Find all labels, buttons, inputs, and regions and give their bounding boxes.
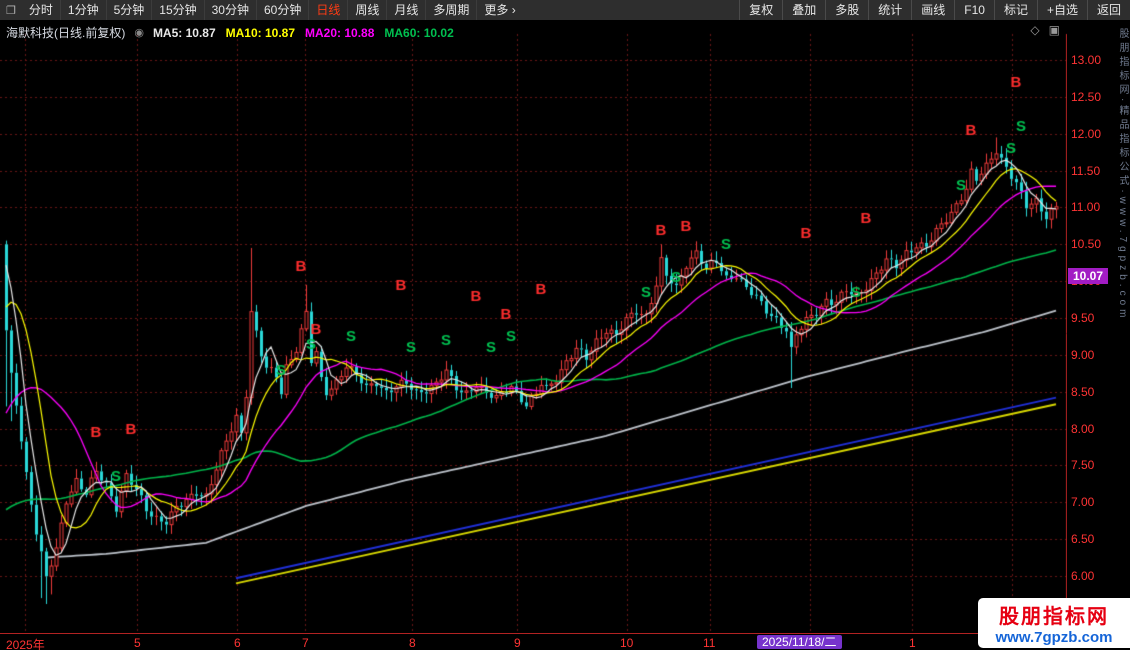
price-axis-label: 12.50 xyxy=(1071,90,1117,104)
period-tab[interactable]: 1分钟 xyxy=(60,0,106,20)
stock-title: 海默科技(日线.前复权) xyxy=(6,24,125,41)
corner-icon[interactable]: ◇ xyxy=(1030,23,1039,37)
price-axis-label: 8.50 xyxy=(1071,385,1117,399)
ma-values: MA5: 10.87 MA10: 10.87 MA20: 10.88 MA60: 10… xyxy=(153,26,464,40)
period-tab[interactable]: 周线 xyxy=(347,0,386,20)
toolbar-button[interactable]: F10 xyxy=(954,0,994,20)
price-axis-label: 7.00 xyxy=(1071,495,1117,509)
period-tab[interactable]: 分时 xyxy=(22,0,60,20)
toolbar-button[interactable]: 多股 xyxy=(825,0,868,20)
period-tab[interactable]: 60分钟 xyxy=(256,0,308,20)
ma-label: MA20: 10.88 xyxy=(305,26,374,40)
period-tab[interactable]: 月线 xyxy=(386,0,425,20)
time-axis-label: 7 xyxy=(302,636,309,650)
period-tabs: 分时1分钟5分钟15分钟30分钟60分钟日线周线月线多周期更多 › xyxy=(22,0,739,20)
app-window: ❐ 分时1分钟5分钟15分钟30分钟60分钟日线周线月线多周期更多 › 复权叠加… xyxy=(0,0,1130,650)
time-axis-label: 2025年 xyxy=(6,636,45,650)
price-axis-label: 9.00 xyxy=(1071,348,1117,362)
price-axis-label: 11.00 xyxy=(1071,200,1117,214)
price-axis-label: 6.00 xyxy=(1071,569,1117,583)
candlestick-canvas[interactable] xyxy=(0,20,1067,633)
period-tab[interactable]: 多周期 xyxy=(425,0,476,20)
ma-label: MA60: 10.02 xyxy=(384,26,453,40)
indicator-eye-icon[interactable]: ◉ xyxy=(134,26,144,39)
period-tab[interactable]: 5分钟 xyxy=(106,0,152,20)
price-axis-label: 9.50 xyxy=(1071,311,1117,325)
toolbar-actions: 复权叠加多股统计画线F10标记+自选返回 xyxy=(739,0,1130,20)
toolbar-button[interactable]: +自选 xyxy=(1037,0,1087,20)
time-axis-label: 1 xyxy=(909,636,916,650)
price-axis-label: 12.00 xyxy=(1071,127,1117,141)
period-tab[interactable]: 日线 xyxy=(308,0,347,20)
ma-label: MA5: 10.87 xyxy=(153,26,216,40)
right-edge-watermark: 股朋指标网·精品指标公式·www.7gpzb.com xyxy=(1116,20,1130,638)
time-axis-label: 11 xyxy=(703,636,715,650)
chart-area: 海默科技(日线.前复权) ◉ MA5: 10.87 MA10: 10.87 MA20… xyxy=(0,20,1130,650)
ma-label: MA10: 10.87 xyxy=(226,26,295,40)
price-axis-label: 8.00 xyxy=(1071,422,1117,436)
toolbar-button[interactable]: 返回 xyxy=(1087,0,1130,20)
period-tab[interactable]: 更多 › xyxy=(476,0,522,20)
price-axis-label: 11.50 xyxy=(1071,164,1117,178)
chart-header: 海默科技(日线.前复权) ◉ MA5: 10.87 MA10: 10.87 MA20… xyxy=(6,24,464,41)
watermark-url: www.7gpzb.com xyxy=(996,629,1113,646)
toolbar-button[interactable]: 叠加 xyxy=(782,0,825,20)
watermark-site-name: 股朋指标网 xyxy=(999,600,1109,629)
time-axis-label: 9 xyxy=(514,636,521,650)
corner-icon[interactable]: ▣ xyxy=(1049,23,1060,37)
toolbar-button[interactable]: 标记 xyxy=(994,0,1037,20)
selected-date-badge: 2025/11/18/二 xyxy=(757,635,842,649)
toolbar: ❐ 分时1分钟5分钟15分钟30分钟60分钟日线周线月线多周期更多 › 复权叠加… xyxy=(0,0,1130,21)
toolbar-button[interactable]: 画线 xyxy=(911,0,954,20)
time-axis-label: 6 xyxy=(234,636,241,650)
price-axis-label: 13.00 xyxy=(1071,53,1117,67)
time-axis-label: 5 xyxy=(134,636,141,650)
price-axis-label: 10.50 xyxy=(1071,237,1117,251)
time-axis-label: 10 xyxy=(620,636,633,650)
chart-corner-icons: ◇▣ xyxy=(1021,23,1060,37)
toolbar-button[interactable]: 复权 xyxy=(739,0,782,20)
time-axis: 2025/11/18/二 2025年5678910111 xyxy=(0,633,1130,650)
price-axis-label: 6.50 xyxy=(1071,532,1117,546)
period-tab[interactable]: 30分钟 xyxy=(204,0,256,20)
price-axis-label: 7.50 xyxy=(1071,458,1117,472)
price-badge: 10.07 xyxy=(1068,268,1108,284)
time-axis-label: 8 xyxy=(409,636,416,650)
window-icon[interactable]: ❐ xyxy=(0,4,22,17)
toolbar-button[interactable]: 统计 xyxy=(868,0,911,20)
watermark: 股朋指标网 www.7gpzb.com xyxy=(978,598,1130,648)
period-tab[interactable]: 15分钟 xyxy=(151,0,203,20)
